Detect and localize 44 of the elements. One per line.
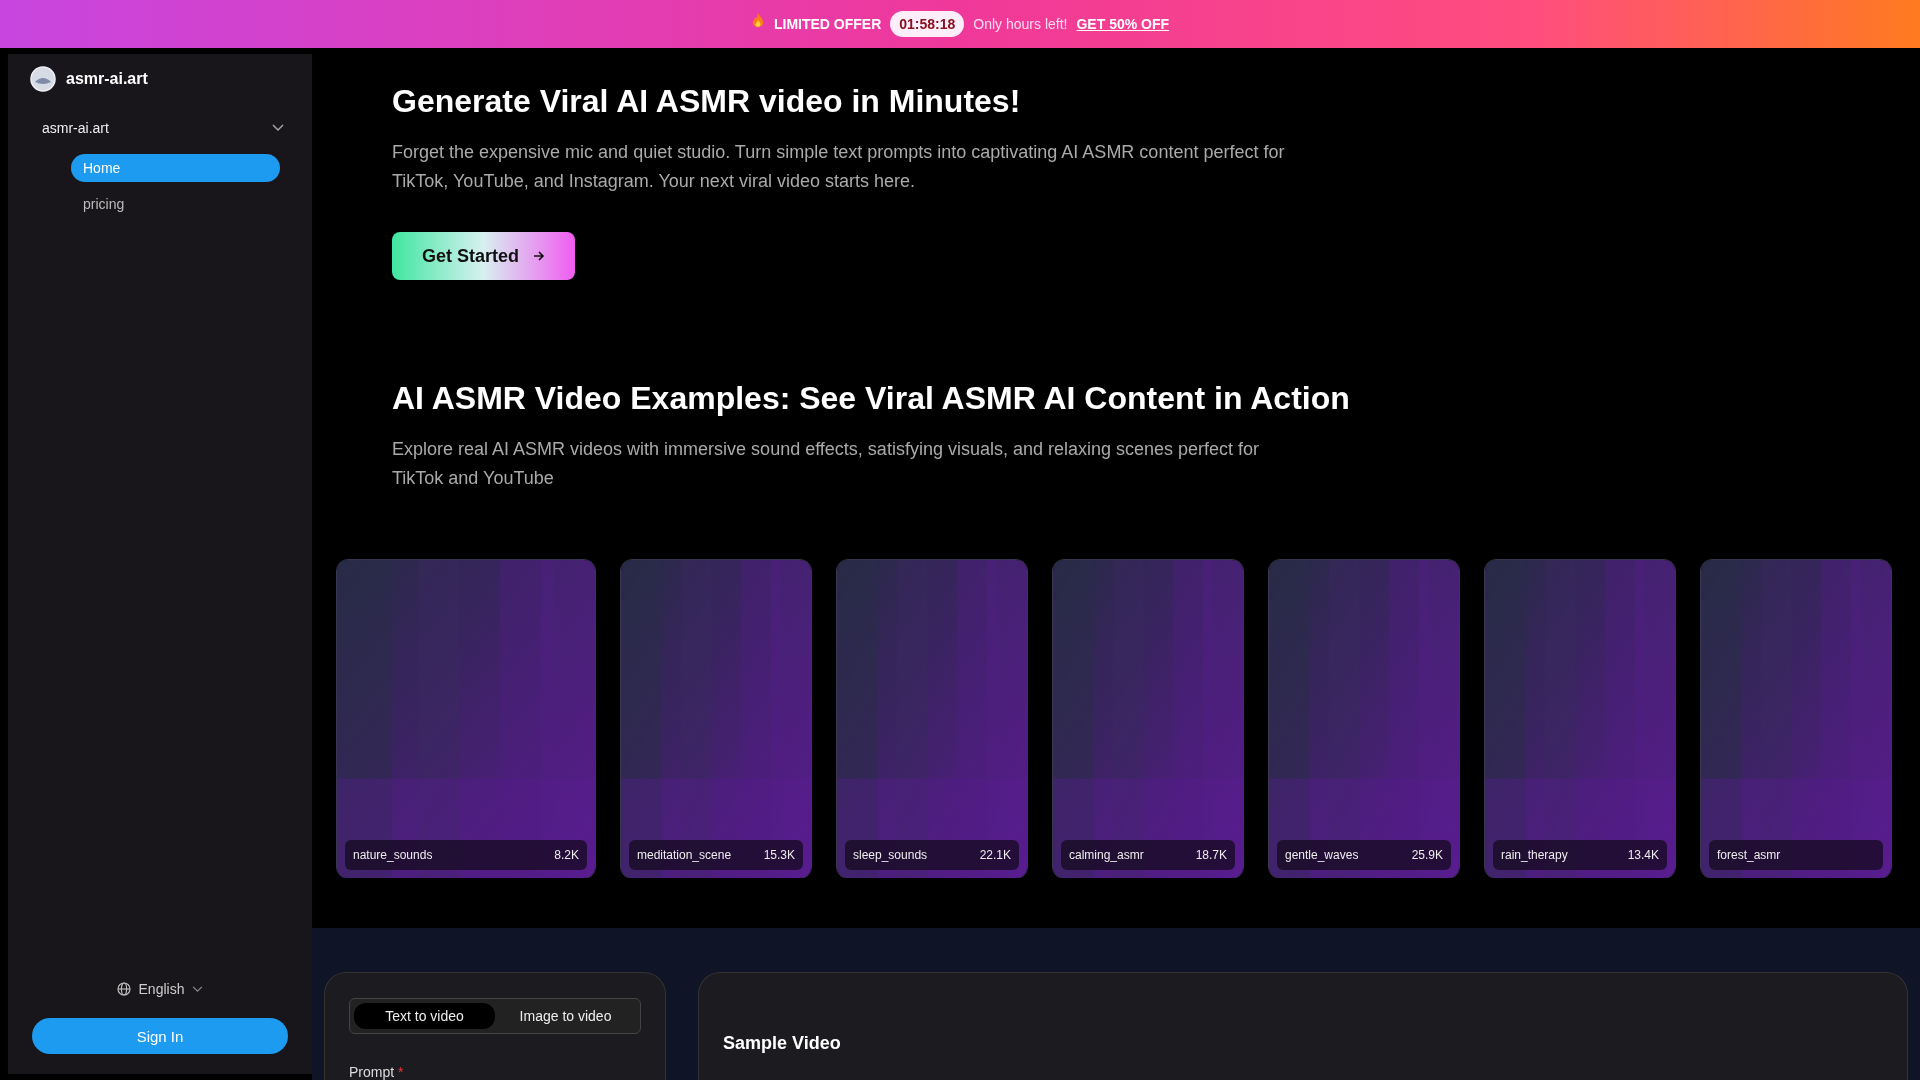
mode-tab[interactable]: Image to video: [495, 1003, 636, 1029]
prompt-label: Prompt: [349, 1064, 395, 1080]
chevron-icon: [272, 124, 284, 132]
brand-name: asmr-ai.art: [66, 70, 148, 88]
video-title: gentle_waves: [1285, 848, 1359, 862]
logo-icon: [30, 66, 56, 92]
video-title: forest_asmr: [1717, 848, 1781, 862]
view-count: 15.3K: [763, 848, 795, 862]
video-card[interactable]: meditation_scene 15.3K: [620, 559, 812, 878]
section-title: AI ASMR Video Examples: See Viral ASMR AI Content in Action: [392, 380, 1351, 417]
flame-icon: [750, 12, 765, 30]
view-count: 8.2K: [554, 848, 579, 862]
offer-note: Only hours left!: [973, 16, 1068, 32]
hero-description: Forget the expensive mic and quiet studio. Turn simple text prompts into captivating AI ASMR content perfect for TikTok, YouTube, and Instagram. Your next viral video starts here.: [392, 141, 1286, 193]
view-count: 22.1K: [979, 848, 1011, 862]
video-card[interactable]: forest_asmr: [1700, 559, 1892, 878]
sample-title: Sample Video: [723, 1033, 842, 1054]
video-card[interactable]: rain_therapy 13.4K: [1484, 559, 1676, 878]
hero-title: Generate Viral AI ASMR video in Minutes!: [392, 83, 1022, 120]
arrow-icon: [533, 251, 546, 261]
chevron-icon: [192, 985, 204, 993]
nav-group[interactable]: asmr-ai.art: [36, 116, 290, 140]
video-card[interactable]: nature_sounds 8.2K: [336, 559, 596, 878]
video-card[interactable]: calming_asmr 18.7K: [1052, 559, 1244, 878]
globe-icon: [116, 982, 131, 996]
video-title: rain_therapy: [1501, 848, 1568, 862]
required-mark: *: [398, 1064, 404, 1080]
view-count: 25.9K: [1411, 848, 1443, 862]
section-description: Explore real AI ASMR videos with immersive sound effects, satisfying visuals, and relaxing scenes perfect for TikTok and YouTube: [392, 438, 1261, 490]
view-count: 18.7K: [1195, 848, 1227, 862]
get-started-button[interactable]: Get Started: [392, 232, 576, 280]
video-title: calming_asmr: [1069, 848, 1144, 862]
language-selector[interactable]: English: [110, 980, 210, 998]
video-title: sleep_sounds: [853, 848, 928, 862]
video-card[interactable]: sleep_sounds 22.1K: [836, 559, 1028, 878]
video-title: meditation_scene: [637, 848, 732, 862]
offer-label: LIMITED OFFER: [773, 16, 882, 32]
video-card[interactable]: gentle_waves 25.9K: [1268, 559, 1460, 878]
nav-item[interactable]: pricing: [71, 190, 280, 218]
mode-tab[interactable]: Text to video: [354, 1003, 495, 1029]
discount-link[interactable]: GET 50% OFF: [1076, 16, 1170, 32]
video-title: nature_sounds: [353, 848, 433, 862]
view-count: 13.4K: [1627, 848, 1659, 862]
countdown-timer: 01:58:18: [890, 11, 965, 37]
